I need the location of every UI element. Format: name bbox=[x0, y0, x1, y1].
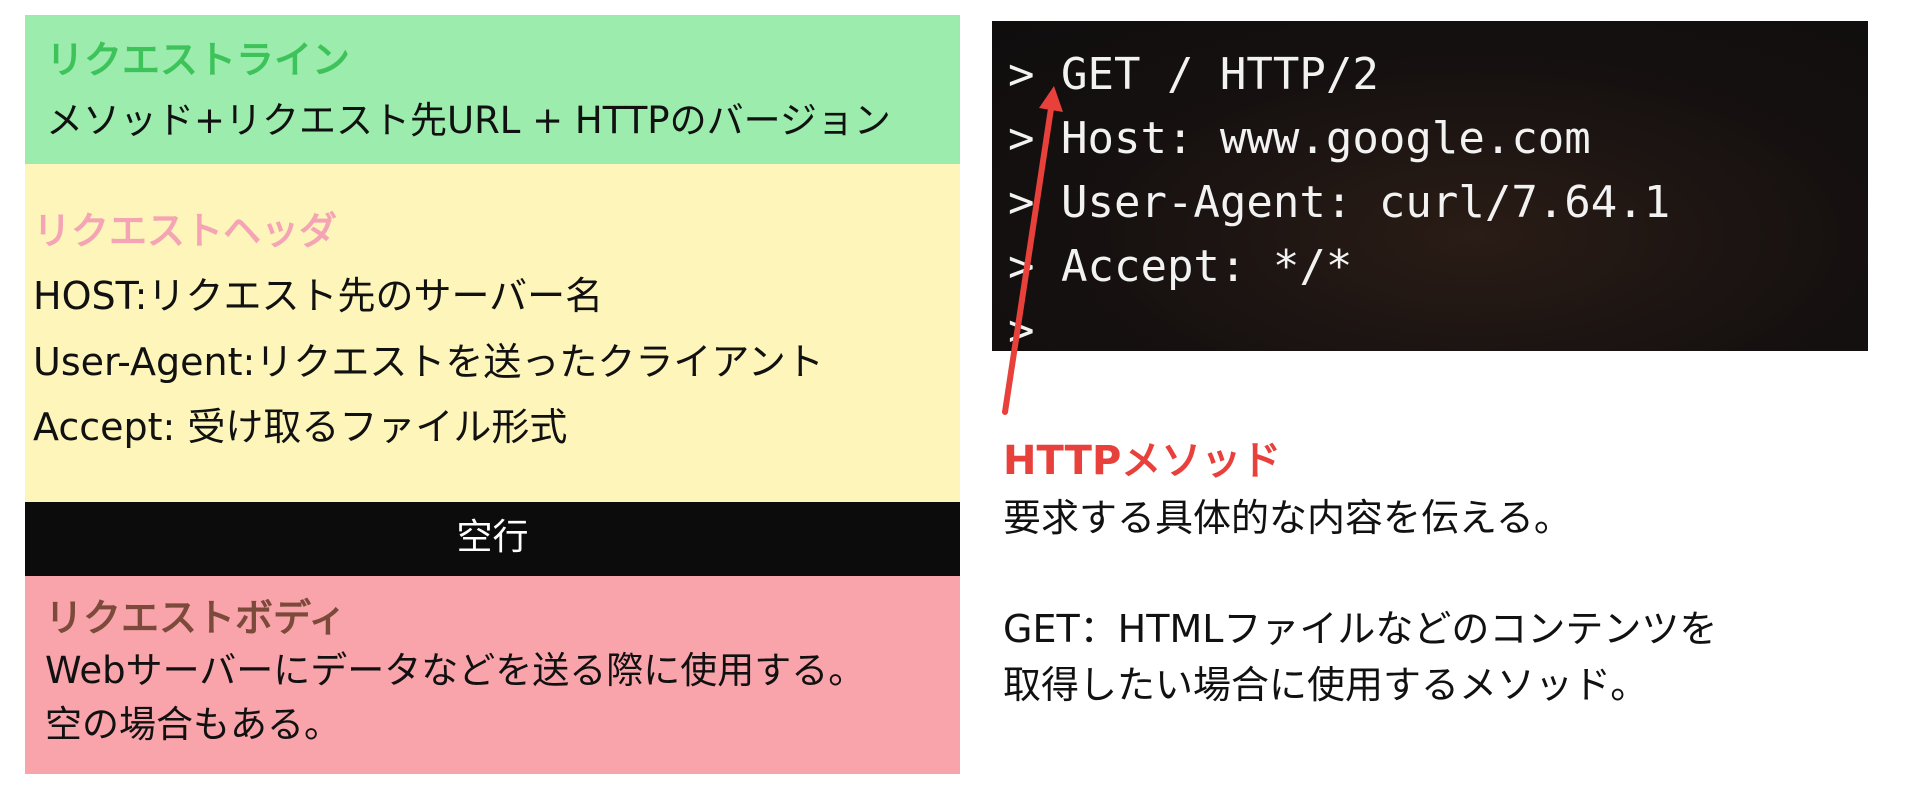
request-header-heading: リクエストヘッダ bbox=[33, 209, 338, 253]
request-header-accept: Accept: 受け取るファイル形式 bbox=[33, 405, 568, 449]
blank-line-label: 空行 bbox=[456, 517, 529, 558]
request-body-description: Webサーバーにデータなどを送る際に使用する。空の場合もある。 bbox=[45, 649, 866, 746]
request-header-host: HOST:リクエスト先のサーバー名 bbox=[33, 274, 604, 318]
request-header-user-agent: User-Agent:リクエストを送ったクライアント bbox=[33, 340, 824, 384]
terminal-line-host: > Host: www.google.com bbox=[1008, 113, 1591, 164]
terminal-line-request: > GET / HTTP/2 bbox=[1008, 49, 1379, 100]
http-method-description: 要求する具体的な内容を伝える。 bbox=[1003, 496, 1572, 540]
terminal-line-user-agent: > User-Agent: curl/7.64.1 bbox=[1008, 177, 1671, 228]
terminal-screenshot: > GET / HTTP/2 > Host: www.google.com > … bbox=[992, 21, 1868, 351]
http-method-heading: HTTPメソッド bbox=[1003, 438, 1282, 484]
blank-line-panel: 空行 bbox=[25, 502, 960, 576]
request-line-description: メソッド+リクエスト先URL + HTTPのバージョン bbox=[46, 99, 891, 142]
request-body-heading: リクエストボディ bbox=[45, 596, 347, 640]
request-body-panel: リクエストボディ Webサーバーにデータなどを送る際に使用する。空の場合もある。 bbox=[25, 576, 960, 774]
get-method-description-line2: 取得したい場合に使用するメソッド。 bbox=[1003, 663, 1649, 707]
terminal-line-accept: > Accept: */* bbox=[1008, 241, 1353, 292]
request-line-panel: リクエストライン メソッド+リクエスト先URL + HTTPのバージョン bbox=[25, 15, 960, 164]
request-header-panel: リクエストヘッダ HOST:リクエスト先のサーバー名 User-Agent:リク… bbox=[25, 164, 960, 502]
terminal-line-prompt: > bbox=[1008, 305, 1035, 351]
request-line-heading: リクエストライン bbox=[46, 38, 351, 82]
get-method-description-line1: GET：HTMLファイルなどのコンテンツを bbox=[1003, 607, 1718, 651]
